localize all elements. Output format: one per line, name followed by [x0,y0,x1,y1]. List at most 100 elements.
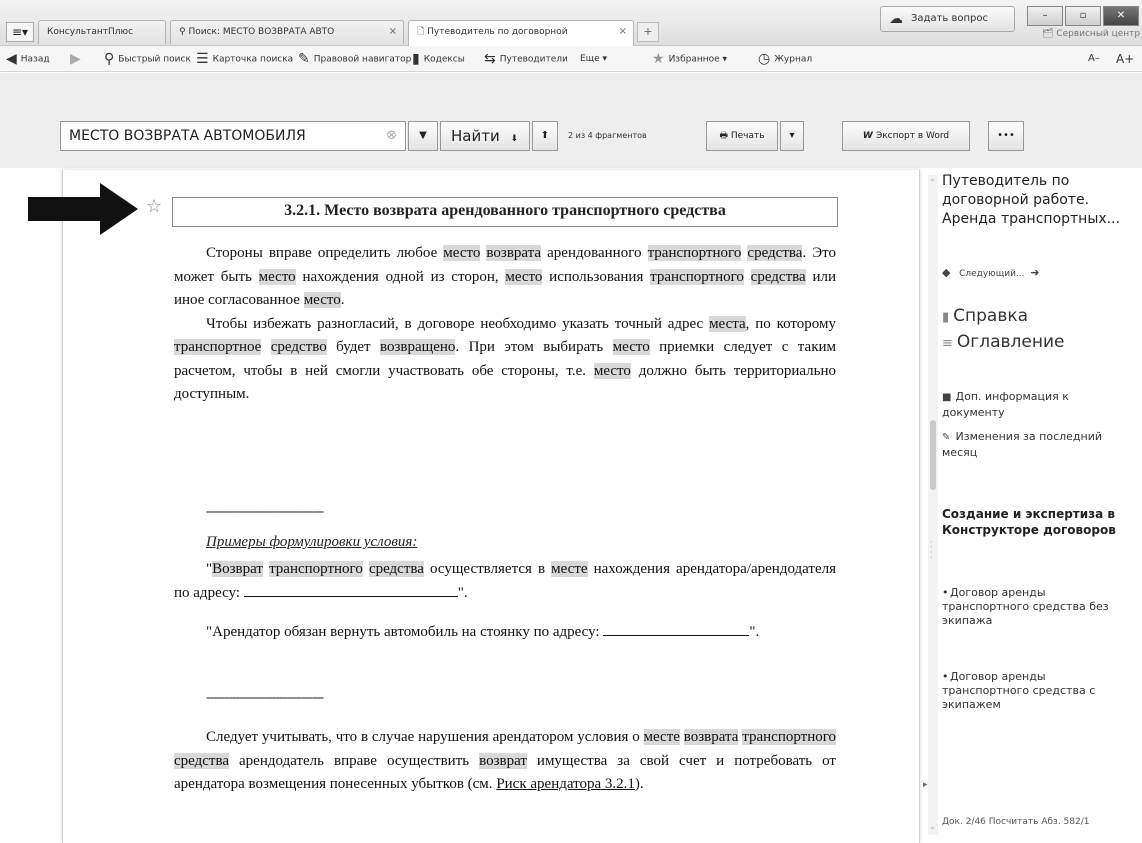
codes-button[interactable]: ▮ Кодексы [412,50,465,68]
find-button[interactable]: Найти ⬇ [440,121,530,151]
window-controls: – ▫ ✕ [1027,6,1139,26]
examples-title: Примеры формулировки условия: [206,534,418,550]
next-label: Следующий... [959,269,1025,279]
font-increase-button[interactable]: А+ [1116,50,1134,68]
service-center-label: Сервисный центр [1056,29,1141,39]
quick-search-label: Быстрый поиск [118,54,191,65]
tab-search[interactable]: ⚲ Поиск: МЕСТО ВОЗВРАТА АВТО × [170,20,404,44]
favorites-menu[interactable]: ★ Избранное ▾ [652,50,727,68]
document-scrollbar[interactable] [928,175,938,835]
maximize-button[interactable]: ▫ [1065,6,1101,26]
changes-label: Изменения за последний месяц [942,430,1103,459]
export-label: Экспорт в Word [875,131,950,141]
forward-button[interactable]: ▶ [70,50,85,68]
legal-navigator-button[interactable]: ✎ Правовой навигатор [298,50,411,68]
clock-icon: ◷ [758,51,771,67]
list-item-label: Договор аренды транспортного средства с … [942,670,1096,711]
blank-field [603,622,750,636]
blank-field [243,583,458,597]
print-label: Печать [730,131,765,141]
more-actions-button[interactable]: ••• [988,121,1024,151]
constructor-section-title: Создание и экспертиза в Конструкторе дог… [942,507,1116,537]
document-status: Док. 2/46 Посчитать Абз. 582/1 [942,817,1090,827]
help-label: Справка [953,306,1029,326]
clear-icon[interactable]: ⊗ [386,122,397,150]
next-document-nav[interactable]: ◆ Следующий... ➜ [942,266,1092,279]
add-tab-button[interactable]: + [637,22,659,42]
help-link[interactable]: ▮ Справка [942,306,1028,326]
more-menu[interactable]: Еще ▾ [580,50,607,68]
list-item-label: Договор аренды транспортного средства бе… [942,586,1109,627]
arrow-right-icon[interactable]: ➜ [1030,266,1039,279]
tab-guide[interactable]: 🗋 Путеводитель по договорной × [408,20,634,46]
print-button[interactable]: 🖶 Печать [706,121,778,151]
print-options-dropdown[interactable]: ▾ [780,121,804,151]
search-card-button[interactable]: ☰ Карточка поиска [196,50,293,68]
toolbar: ◀ Назад ▶ ⚲ Быстрый поиск ☰ Карточка поиска… [0,46,1142,72]
risk-link[interactable]: Риск арендатора 3.2.1 [496,776,635,792]
journal-button[interactable]: ◷ Журнал [758,50,812,68]
guides-label: Путеводители [499,54,568,65]
search-input[interactable]: МЕСТО ВОЗВРАТА АВТОМОБИЛЯ ⊗ [60,121,406,151]
bookmark-star-icon[interactable]: ☆ [146,197,162,217]
quick-search-button[interactable]: ⚲ Быстрый поиск [104,50,191,68]
arrow-down-icon: ⬇ [510,134,519,144]
changes-link[interactable]: ✎ Изменения за последний месяц [942,429,1132,460]
ask-question-button[interactable]: ☁ Задать вопрос [880,6,1015,32]
find-previous-button[interactable]: ⬆ [532,121,558,151]
scroll-up-icon[interactable]: ⌃ [929,178,936,187]
search-icon: ⚲ [104,51,115,67]
extra-info-link[interactable]: ■ Доп. информация к документу [942,389,1132,420]
service-center-link[interactable]: 🗂 Сервисный центр [1042,29,1140,39]
printer-icon: 🖶 [719,131,731,141]
search-history-dropdown[interactable]: ▼ [408,121,438,151]
service-icon: 🗂 [1042,29,1057,39]
chat-icon: ☁ [889,11,903,27]
back-label: Назад [20,54,50,65]
collapse-panel-icon[interactable]: ▸ [923,780,928,790]
export-word-button[interactable]: W Экспорт в Word [842,121,970,151]
scroll-down-icon[interactable]: ⌄ [929,822,936,831]
title-bar: ≡▾ КонсультантПлюс ⚲ Поиск: МЕСТО ВОЗВРА… [0,0,1142,46]
close-icon[interactable]: × [389,21,397,43]
example-1: "Возврат транспортного средства осуществ… [174,561,837,601]
guides-button[interactable]: ⇆ Путеводители [484,50,568,68]
paragraph: Следует учитывать, что в случае нарушени… [174,729,837,792]
minimize-button[interactable]: – [1027,6,1063,26]
favorites-label: Избранное ▾ [668,54,728,65]
navigator-icon: ✎ [298,51,310,67]
close-window-button[interactable]: ✕ [1103,6,1139,26]
list-icon: ≡ [942,336,953,351]
back-button[interactable]: ◀ Назад [6,50,50,68]
find-label: Найти [451,127,500,145]
font-decrease-button[interactable]: А– [1088,50,1100,68]
close-icon[interactable]: × [619,21,627,43]
codes-label: Кодексы [423,54,465,65]
panel-splitter[interactable]: · · · · [930,539,933,562]
search-query-text: МЕСТО ВОЗВРАТА АВТОМОБИЛЯ [69,128,306,144]
word-icon: W [862,131,876,141]
separator-line: -------------------------------- [206,504,324,519]
star-icon: ★ [652,51,665,67]
list-item[interactable]: • Договор аренды транспортного средства с… [942,670,1122,712]
ask-question-label: Задать вопрос [911,13,988,24]
edit-icon: ✎ [942,432,951,443]
info-icon: ■ [942,392,952,403]
scrollbar-thumb[interactable] [930,420,936,490]
journal-label: Журнал [774,54,813,65]
guide-title[interactable]: Путеводитель по договорной работе. Аренд… [942,172,1138,229]
help-icon: ▮ [942,310,950,325]
fragment-counter: 2 из 4 фрагментов [568,131,647,140]
book-icon: ▮ [412,51,420,67]
main-menu-button[interactable]: ≡▾ [6,22,34,42]
arrow-up-icon: ⬆ [540,130,550,141]
paragraph: Стороны вправе определить любое место во… [174,245,837,402]
arrow-left-icon[interactable]: ◆ [942,266,950,279]
list-item[interactable]: • Договор аренды транспортного средства б… [942,586,1122,628]
tab-search-label: Поиск: МЕСТО ВОЗВРАТА АВТО [188,27,335,37]
contents-link[interactable]: ≡ Оглавление [942,332,1064,352]
signpost-icon: ⇆ [484,51,496,67]
example-2: "Арендатор обязан вернуть автомобиль на … [206,622,760,640]
tab-home[interactable]: КонсультантПлюс [38,20,166,44]
arrow-right-icon: ▶ [70,51,81,67]
